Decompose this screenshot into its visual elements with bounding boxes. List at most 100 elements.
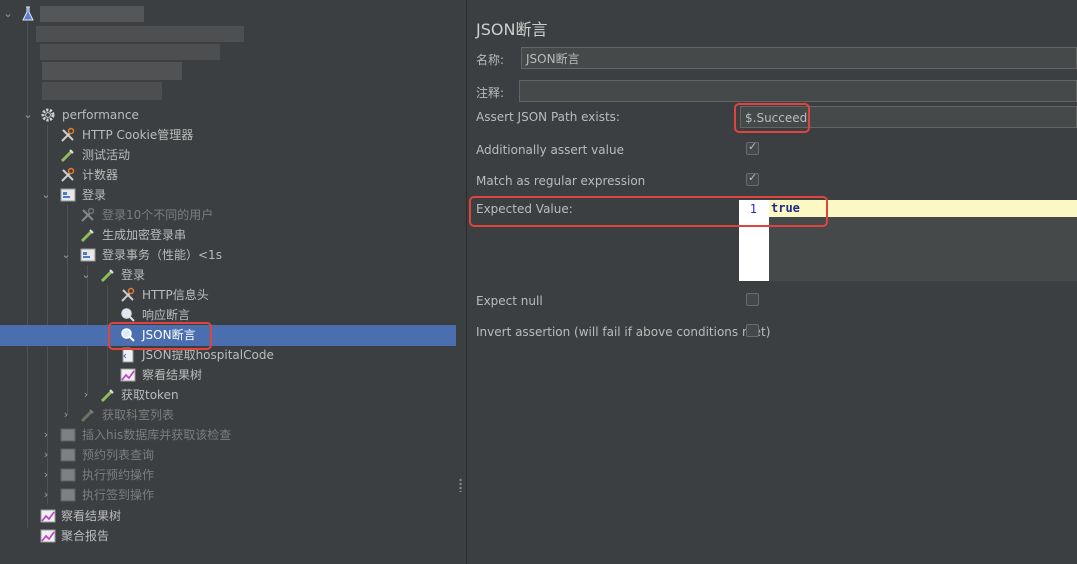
- tree-node-view-results-tree[interactable]: 察看结果树: [0, 365, 456, 385]
- line-number: 1: [749, 202, 757, 216]
- expected-value-text: true: [771, 201, 800, 215]
- check-icon: ✓: [748, 171, 758, 184]
- tree-node-login-10-users[interactable]: 登录10个不同的用户: [0, 205, 456, 225]
- controller-icon: [60, 427, 76, 443]
- tree-node-response-assertion[interactable]: 响应断言: [0, 305, 456, 325]
- tree-node-appointment-list[interactable]: › 预约列表查询: [0, 445, 456, 465]
- tree-node-label: 登录: [82, 188, 107, 202]
- chart-icon: [40, 528, 56, 544]
- tree-node-label: JSON断言: [142, 328, 196, 342]
- tree-node-json-extractor[interactable]: JSON提取hospitalCode: [0, 345, 456, 365]
- tree-node-login-transaction[interactable]: ⌄ 登录事务（性能）<1s: [0, 245, 456, 265]
- tree-node-label: 登录10个不同的用户: [102, 208, 214, 222]
- chevron-right-icon[interactable]: ›: [40, 465, 52, 485]
- controller-icon: [80, 247, 96, 263]
- chevron-right-icon[interactable]: ›: [80, 385, 92, 405]
- pipette-icon: [100, 267, 116, 283]
- controller-icon: [60, 467, 76, 483]
- redacted-block: [42, 82, 162, 100]
- tree-node-label: HTTP信息头: [142, 288, 209, 302]
- tree-node-thread-group[interactable]: ⌄ performance: [0, 105, 456, 125]
- redacted-block: [40, 44, 220, 60]
- magnifier-icon: [120, 327, 136, 343]
- tree-node-do-checkin[interactable]: › 执行签到操作: [0, 485, 456, 505]
- tree-node-get-token[interactable]: › 获取token: [0, 385, 456, 405]
- name-label: 名称:: [476, 53, 505, 67]
- chevron-down-icon[interactable]: ⌄: [22, 105, 34, 125]
- additionally-assert-checkbox[interactable]: ✓: [746, 140, 759, 155]
- expect-null-checkbox[interactable]: [746, 293, 759, 306]
- tree-node-label: 登录事务（性能）<1s: [102, 248, 222, 262]
- additionally-assert-label: Additionally assert value: [476, 143, 624, 157]
- json-assertion-panel: JSON断言 名称: JSON断言 注释: Assert JSON Path e…: [467, 0, 1077, 564]
- tree-node-label: 测试活动: [82, 148, 131, 162]
- controller-icon: [60, 187, 76, 203]
- tree-node-label: 响应断言: [142, 308, 191, 322]
- pipette-icon: [80, 407, 96, 423]
- panel-splitter[interactable]: [456, 0, 467, 564]
- tree-node-cookie-manager[interactable]: HTTP Cookie管理器: [0, 125, 456, 145]
- tree-node-get-departments[interactable]: › 获取科室列表: [0, 405, 456, 425]
- tree-node-label: 执行预约操作: [82, 468, 155, 482]
- tree-node-label: 生成加密登录串: [102, 228, 187, 242]
- tree-node-label: 察看结果树: [61, 509, 122, 523]
- line-number-gutter: 1: [739, 200, 769, 281]
- tree-node-encrypt-login[interactable]: 生成加密登录串: [0, 225, 456, 245]
- wrench-icon: [120, 287, 136, 303]
- flask-icon: [20, 6, 36, 22]
- tree-node-label: HTTP Cookie管理器: [82, 128, 194, 142]
- tree-node-insert-his[interactable]: › 插入his数据库并获取该检查: [0, 425, 456, 445]
- tree-node-do-appointment[interactable]: › 执行预约操作: [0, 465, 456, 485]
- tree-node-label: 获取token: [121, 388, 179, 402]
- tree-node-label: JSON提取hospitalCode: [142, 348, 274, 362]
- tree-node-login-sampler[interactable]: ⌄ 登录: [0, 265, 456, 285]
- tree-node-label: 插入his数据库并获取该检查: [82, 428, 232, 442]
- pipette-icon: [60, 147, 76, 163]
- wrench-icon: [60, 167, 76, 183]
- chevron-down-icon[interactable]: ⌄: [40, 185, 52, 205]
- tree-node-login-controller[interactable]: ⌄ 登录: [0, 185, 456, 205]
- invert-assertion-checkbox[interactable]: [746, 324, 759, 337]
- chart-icon: [40, 508, 56, 524]
- comment-field[interactable]: [519, 80, 1077, 102]
- tree-node-http-header[interactable]: HTTP信息头: [0, 285, 456, 305]
- chevron-down-icon[interactable]: ⌄: [2, 4, 14, 24]
- document-icon: [120, 347, 136, 363]
- redacted-block: [40, 6, 144, 22]
- check-icon: ✓: [748, 140, 758, 153]
- tree-node-label: 计数器: [82, 168, 119, 182]
- test-plan-tree[interactable]: ⌄ ⌄ performance HTTP Cookie管理器 测试活动 计数器 …: [0, 0, 456, 564]
- expected-value-editor[interactable]: 1 true: [739, 200, 1077, 281]
- regex-checkbox[interactable]: ✓: [746, 171, 759, 186]
- chevron-right-icon[interactable]: ›: [40, 445, 52, 465]
- tree-node-label: 登录: [121, 268, 146, 282]
- tree-node-label: 获取科室列表: [102, 408, 175, 422]
- chevron-down-icon[interactable]: ⌄: [80, 265, 92, 285]
- json-path-field[interactable]: $.Succeed: [740, 106, 1077, 128]
- tree-node-label: 聚合报告: [61, 529, 110, 543]
- chevron-right-icon[interactable]: ›: [40, 425, 52, 445]
- tree-node-view-results-tree-root[interactable]: 察看结果树: [0, 506, 456, 526]
- regex-label: Match as regular expression: [476, 174, 646, 188]
- chevron-right-icon[interactable]: ›: [60, 405, 72, 425]
- assert-path-label: Assert JSON Path exists:: [476, 110, 620, 124]
- controller-icon: [60, 447, 76, 463]
- comment-label: 注释:: [476, 86, 505, 100]
- chart-icon: [120, 367, 136, 383]
- tree-node-label: 察看结果树: [142, 368, 203, 382]
- tree-node-json-assertion[interactable]: JSON断言: [0, 325, 456, 345]
- expected-value-label: Expected Value:: [476, 202, 573, 216]
- tree-node-counter[interactable]: 计数器: [0, 165, 456, 185]
- redacted-block: [36, 26, 244, 42]
- chevron-down-icon[interactable]: ⌄: [60, 245, 72, 265]
- current-line[interactable]: true: [769, 200, 1077, 217]
- tree-node-aggregate-report[interactable]: 聚合报告: [0, 526, 456, 546]
- invert-assertion-label: Invert assertion (will fail if above con…: [476, 325, 771, 339]
- magnifier-icon: [120, 307, 136, 323]
- drag-handle-icon[interactable]: [459, 478, 462, 492]
- pipette-icon: [80, 227, 96, 243]
- chevron-right-icon[interactable]: ›: [40, 485, 52, 505]
- tree-node-test-activity[interactable]: 测试活动: [0, 145, 456, 165]
- panel-title: JSON断言: [476, 20, 548, 39]
- name-field[interactable]: JSON断言: [521, 47, 1077, 69]
